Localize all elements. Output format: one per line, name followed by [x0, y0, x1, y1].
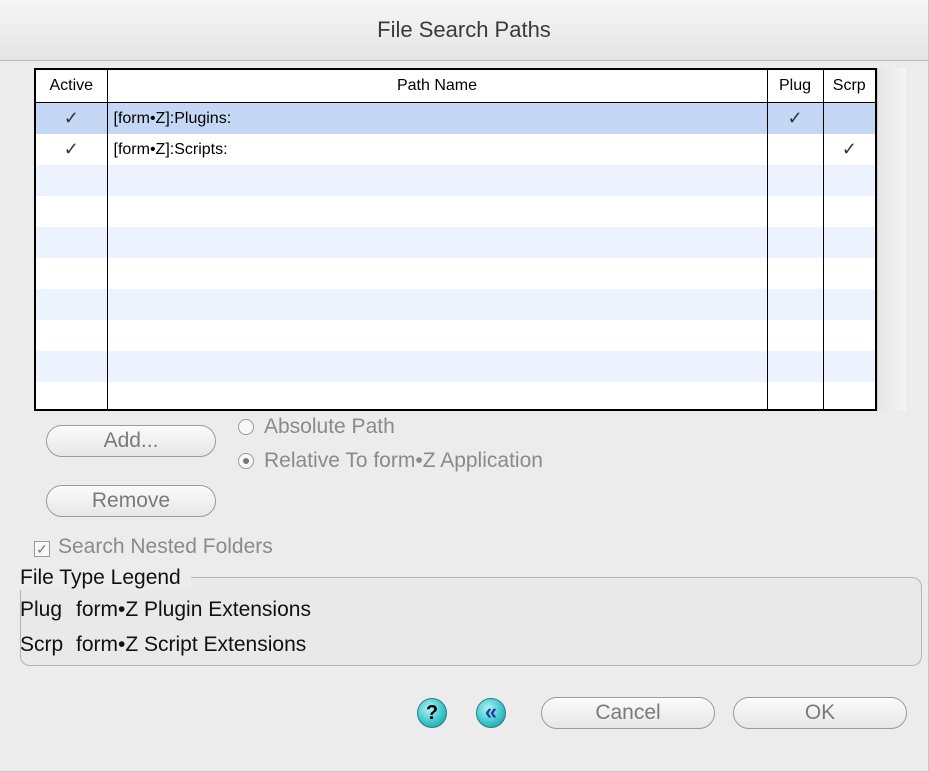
help-icon[interactable]: ?	[417, 698, 447, 728]
empty-table-row	[36, 320, 875, 351]
legend-item-plug: Plug form•Z Plugin Extensions	[20, 598, 311, 622]
empty-table-row	[36, 165, 875, 196]
absolute-path-option[interactable]: Absolute Path	[238, 415, 395, 439]
remove-button[interactable]: Remove	[46, 485, 216, 517]
column-header-scrp[interactable]: Scrp	[823, 70, 875, 103]
active-check-cell[interactable]: ✓	[36, 102, 108, 134]
absolute-path-label: Absolute Path	[264, 415, 395, 438]
scrp-check-cell[interactable]: ✓	[823, 134, 875, 165]
empty-table-row	[36, 227, 875, 258]
legend-description: form•Z Plugin Extensions	[76, 598, 311, 621]
empty-table-row	[36, 258, 875, 289]
table-scrollbar[interactable]	[877, 68, 906, 411]
plug-check-cell[interactable]: ✓	[767, 102, 824, 134]
back-arrow-icon[interactable]: «	[476, 698, 506, 728]
search-nested-folders-checkbox[interactable]: ✓	[34, 541, 50, 557]
empty-table-row	[36, 382, 875, 409]
column-header-path-name[interactable]: Path Name	[107, 70, 768, 103]
search-paths-table[interactable]: Active Path Name Plug Scrp ✓ [form•Z]:Pl…	[34, 68, 877, 411]
table-row[interactable]: ✓ [form•Z]:Scripts: ✓	[36, 134, 875, 165]
legend-item-scrp: Scrp form•Z Script Extensions	[20, 633, 306, 657]
legend-code: Scrp	[20, 633, 64, 656]
scrp-check-cell[interactable]	[823, 102, 875, 134]
column-header-active[interactable]: Active	[36, 70, 108, 103]
column-header-plug[interactable]: Plug	[767, 70, 824, 103]
add-button[interactable]: Add...	[46, 425, 216, 457]
file-type-legend-title: File Type Legend	[20, 566, 191, 590]
table-row[interactable]: ✓ [form•Z]:Plugins: ✓	[36, 102, 875, 134]
empty-table-row	[36, 289, 875, 320]
absolute-path-radio[interactable]	[238, 419, 254, 435]
file-search-paths-dialog: File Search Paths Active Path Name Plug …	[0, 0, 929, 772]
dialog-title: File Search Paths	[0, 0, 928, 61]
empty-table-row	[36, 351, 875, 382]
empty-table-row	[36, 196, 875, 227]
search-nested-folders-option[interactable]: ✓ Search Nested Folders	[34, 535, 273, 559]
path-name-cell[interactable]: [form•Z]:Plugins:	[107, 102, 768, 134]
legend-code: Plug	[20, 598, 63, 621]
relative-path-option[interactable]: Relative To form•Z Application	[238, 449, 543, 473]
path-name-cell[interactable]: [form•Z]:Scripts:	[107, 134, 768, 165]
ok-button[interactable]: OK	[733, 697, 907, 729]
cancel-button[interactable]: Cancel	[541, 697, 715, 729]
plug-check-cell[interactable]	[767, 134, 824, 165]
legend-description: form•Z Script Extensions	[76, 633, 307, 656]
search-nested-folders-label: Search Nested Folders	[58, 535, 273, 558]
active-check-cell[interactable]: ✓	[36, 134, 108, 165]
relative-path-radio[interactable]	[238, 453, 254, 469]
relative-path-label: Relative To form•Z Application	[264, 449, 543, 472]
